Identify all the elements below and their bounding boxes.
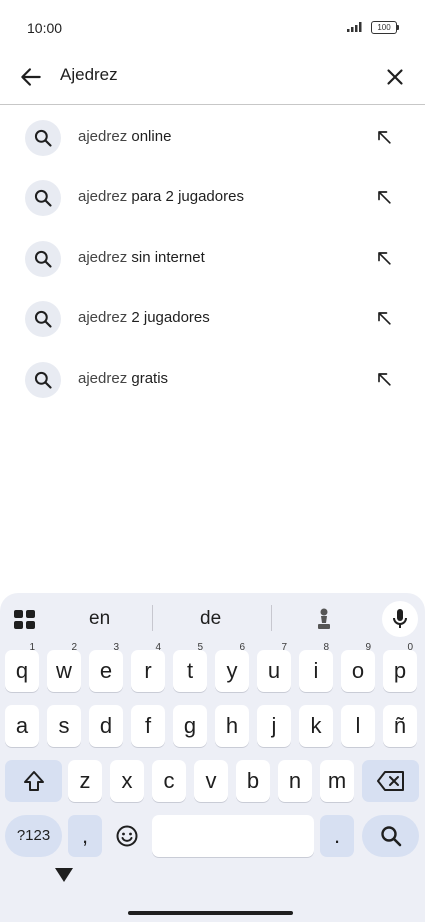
back-arrow-icon[interactable]	[18, 64, 44, 90]
suggestion-text: ajedrez sin internet	[78, 249, 205, 266]
battery-icon: 100	[371, 21, 399, 34]
key-l[interactable]: l	[341, 705, 375, 747]
key-m[interactable]: m	[320, 760, 354, 802]
key-y[interactable]: y6	[215, 642, 249, 692]
keyboard-suggestion-strip: en de	[0, 593, 425, 641]
suggestion-item[interactable]: ajedrez 2 jugadores	[0, 286, 425, 346]
chess-pawn-icon[interactable]	[316, 607, 332, 631]
suggestion-text: ajedrez gratis	[78, 370, 169, 387]
backspace-key[interactable]	[362, 760, 419, 802]
key-b[interactable]: b	[236, 760, 270, 802]
suggestion-text: ajedrez 2 jugadores	[78, 309, 210, 326]
key-f[interactable]: f	[131, 705, 165, 747]
backspace-icon	[376, 771, 404, 791]
key-z[interactable]: z	[68, 760, 102, 802]
key-o[interactable]: o9	[341, 642, 375, 692]
search-icon	[380, 826, 401, 847]
key-p[interactable]: p0	[383, 642, 417, 692]
key-v[interactable]: v	[194, 760, 228, 802]
insert-arrow-icon[interactable]	[374, 127, 394, 147]
key-x[interactable]: x	[110, 760, 144, 802]
key-s[interactable]: s	[47, 705, 81, 747]
search-icon	[25, 180, 61, 216]
insert-arrow-icon[interactable]	[374, 369, 394, 389]
period-key[interactable]: .	[320, 815, 354, 857]
search-input[interactable]: Ajedrez	[60, 65, 118, 85]
keyboard: en de q1 w2 e3 r4 t5 y6 u7 i8 o9 p0 a s …	[0, 593, 425, 922]
strip-separator	[152, 605, 153, 631]
key-u[interactable]: u7	[257, 642, 291, 692]
search-key[interactable]	[362, 815, 419, 857]
status-time: 10:00	[27, 20, 63, 36]
search-bar: Ajedrez	[0, 52, 425, 104]
key-c[interactable]: c	[152, 760, 186, 802]
suggestion-text: ajedrez online	[78, 128, 172, 145]
shift-key[interactable]	[5, 760, 62, 802]
key-w[interactable]: w2	[47, 642, 81, 692]
symbols-key[interactable]: ?123	[5, 815, 62, 857]
key-q[interactable]: q1	[5, 642, 39, 692]
home-indicator[interactable]	[128, 911, 293, 915]
word-suggestion[interactable]: en	[89, 608, 110, 630]
insert-arrow-icon[interactable]	[374, 187, 394, 207]
space-key[interactable]	[152, 815, 314, 857]
search-icon	[25, 362, 61, 398]
search-icon	[25, 120, 61, 156]
key-j[interactable]: j	[257, 705, 291, 747]
suggestion-item[interactable]: ajedrez gratis	[0, 347, 425, 407]
insert-arrow-icon[interactable]	[374, 308, 394, 328]
status-bar: 10:00 100	[0, 0, 425, 56]
key-k[interactable]: k	[299, 705, 333, 747]
suggestion-item[interactable]: ajedrez online	[0, 105, 425, 165]
comma-key[interactable]: ,	[68, 815, 102, 857]
suggestion-text: ajedrez para 2 jugadores	[78, 188, 244, 205]
emoji-key[interactable]	[110, 815, 144, 857]
close-icon[interactable]	[382, 64, 408, 90]
search-icon	[25, 241, 61, 277]
search-icon	[25, 301, 61, 337]
key-e[interactable]: e3	[89, 642, 123, 692]
emoji-icon	[116, 825, 138, 847]
key-i[interactable]: i8	[299, 642, 333, 692]
key-g[interactable]: g	[173, 705, 207, 747]
shift-icon	[23, 771, 44, 791]
key-d[interactable]: d	[89, 705, 123, 747]
microphone-button[interactable]	[382, 601, 418, 637]
suggestion-item[interactable]: ajedrez para 2 jugadores	[0, 165, 425, 225]
microphone-icon	[393, 609, 407, 628]
key-a[interactable]: a	[5, 705, 39, 747]
apps-grid-icon[interactable]	[14, 610, 36, 630]
word-suggestion[interactable]: de	[200, 608, 221, 630]
key-r[interactable]: r4	[131, 642, 165, 692]
hide-keyboard-icon[interactable]	[55, 868, 73, 882]
strip-separator	[271, 605, 272, 631]
key-n-tilde[interactable]: ñ	[383, 705, 417, 747]
key-n[interactable]: n	[278, 760, 312, 802]
suggestion-item[interactable]: ajedrez sin internet	[0, 226, 425, 286]
signal-icon	[347, 22, 362, 32]
insert-arrow-icon[interactable]	[374, 248, 394, 268]
key-t[interactable]: t5	[173, 642, 207, 692]
key-h[interactable]: h	[215, 705, 249, 747]
